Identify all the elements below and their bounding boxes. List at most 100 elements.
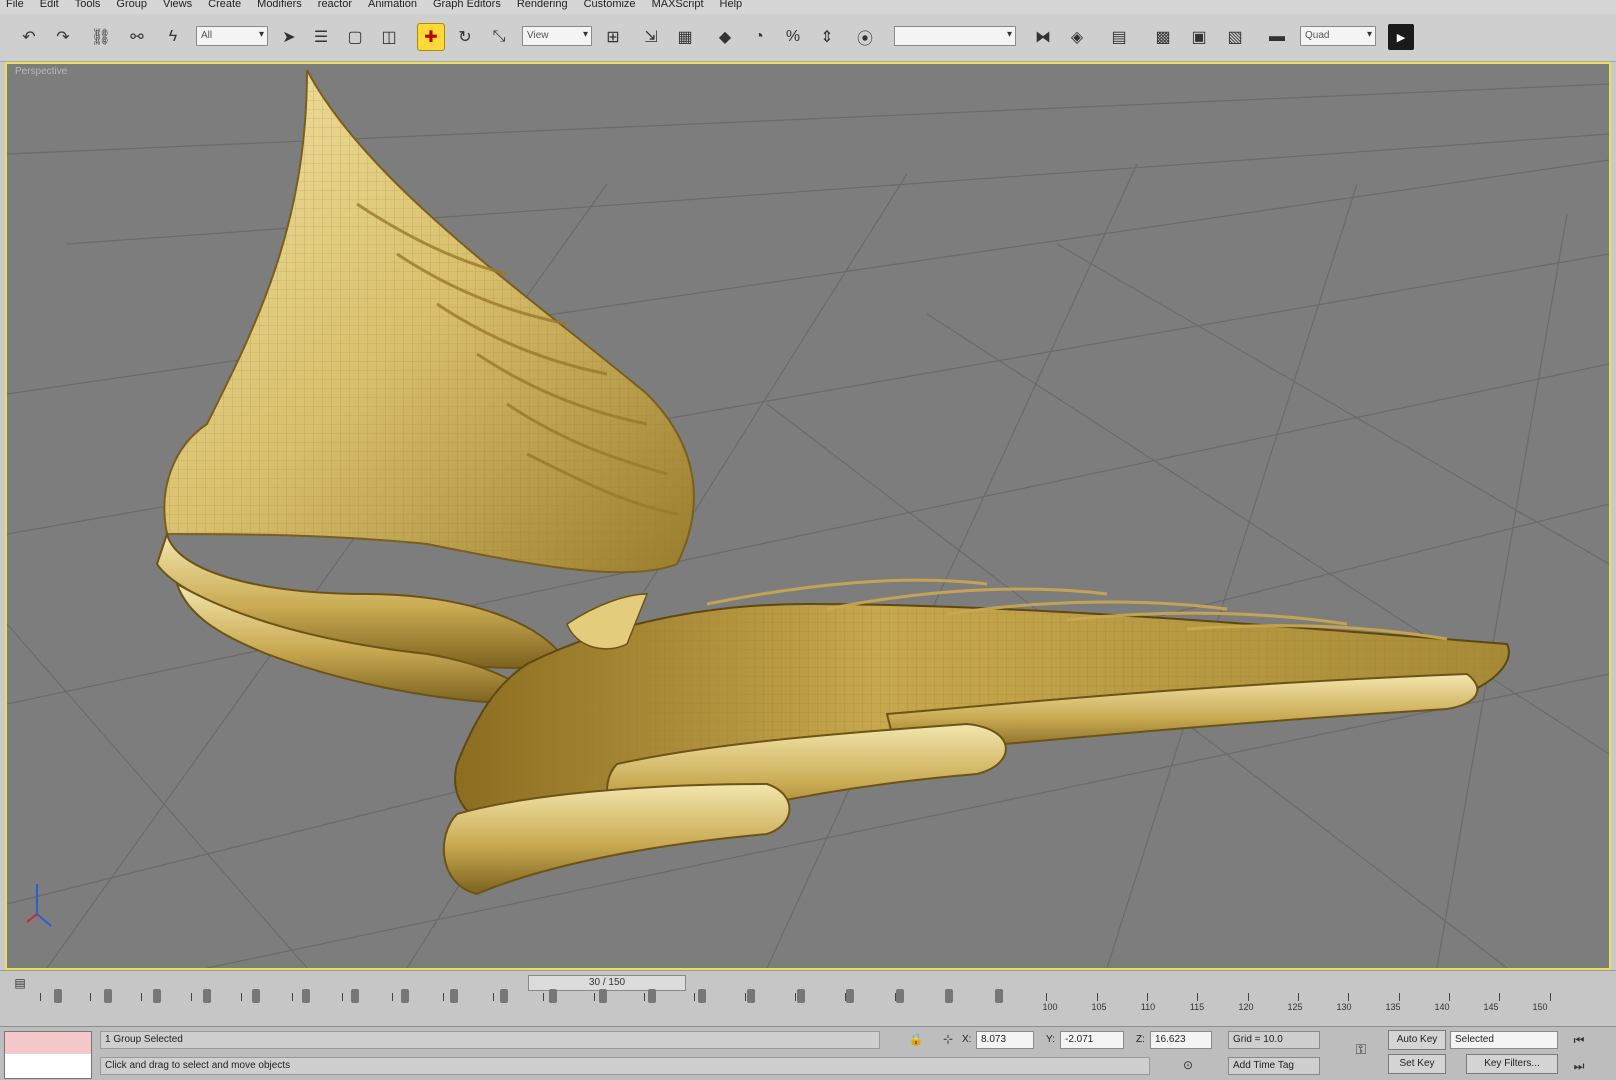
snaps-toggle-icon[interactable]: ◆	[712, 24, 738, 50]
key-marker[interactable]	[945, 989, 953, 1003]
key-marker[interactable]	[648, 989, 656, 1003]
menu-file[interactable]: File	[6, 0, 24, 10]
mirror-icon[interactable]: ⧓	[1030, 24, 1056, 50]
quick-render-icon[interactable]: ▶	[1388, 24, 1414, 50]
menu-tools[interactable]: Tools	[75, 0, 101, 10]
unlink-icon[interactable]: ⚯	[124, 24, 150, 50]
timeline-tick	[292, 993, 293, 1001]
time-tag-icon[interactable]: ⊙	[1178, 1055, 1198, 1075]
keyboard-shortcut-toggle-icon[interactable]: ▦	[672, 24, 698, 50]
main-toolbar: ↶ ↷ ⛓ ⚯ ϟ All ➤ ☰ ▢ ◫ ✚ ↻ ⤡ View ⊞ ⇲ ▦ ◆…	[0, 14, 1616, 62]
menu-customize[interactable]: Customize	[584, 0, 636, 10]
menu-help[interactable]: Help	[720, 0, 743, 10]
align-icon[interactable]: ◈	[1064, 24, 1090, 50]
key-marker[interactable]	[747, 989, 755, 1003]
timeline-tick	[1550, 993, 1551, 1001]
selection-filter-dropdown[interactable]: All	[196, 26, 268, 46]
select-by-name-icon[interactable]: ☰	[308, 24, 334, 50]
timeline-tick-label: 130	[1336, 1002, 1352, 1012]
key-mode-toggle-icon[interactable]: ⏭	[1568, 1055, 1590, 1077]
key-marker[interactable]	[500, 989, 508, 1003]
menu-create[interactable]: Create	[208, 0, 241, 10]
y-coord-label: Y:	[1046, 1034, 1055, 1045]
key-icon[interactable]: ⚿	[1346, 1037, 1376, 1061]
x-coord-field[interactable]: 8.073	[976, 1031, 1034, 1049]
link-icon[interactable]: ⛓	[88, 24, 114, 50]
select-and-rotate-icon[interactable]: ↻	[452, 24, 478, 50]
select-manipulate-icon[interactable]: ⇲	[638, 24, 664, 50]
timeline-tick	[342, 993, 343, 1001]
key-marker[interactable]	[846, 989, 854, 1003]
angle-snap-icon[interactable]: ◔	[746, 24, 772, 50]
timeline-tick	[1348, 993, 1349, 1001]
key-filters-button[interactable]: Key Filters...	[1466, 1054, 1558, 1074]
curve-editor-icon[interactable]: ▩	[1150, 24, 1176, 50]
maxscript-listener[interactable]	[4, 1031, 92, 1079]
key-marker[interactable]	[698, 989, 706, 1003]
key-marker[interactable]	[302, 989, 310, 1003]
go-to-start-icon[interactable]: ⏮	[1568, 1029, 1590, 1051]
set-key-button[interactable]: Set Key	[1388, 1054, 1446, 1074]
key-marker[interactable]	[450, 989, 458, 1003]
key-marker[interactable]	[401, 989, 409, 1003]
material-editor-icon[interactable]: ▧	[1222, 24, 1248, 50]
key-marker[interactable]	[797, 989, 805, 1003]
bird-model[interactable]	[155, 69, 1510, 896]
timeline-tick	[141, 993, 142, 1001]
select-and-scale-icon[interactable]: ⤡	[486, 24, 512, 50]
render-type-dropdown[interactable]: Quad	[1300, 26, 1376, 46]
key-marker[interactable]	[153, 989, 161, 1003]
rectangular-selection-icon[interactable]: ▢	[342, 24, 368, 50]
timeline-track[interactable]: 100 105 110 115 120 125 130 135 140 145 150	[40, 989, 1600, 1023]
key-marker[interactable]	[599, 989, 607, 1003]
key-marker[interactable]	[104, 989, 112, 1003]
menu-group[interactable]: Group	[116, 0, 147, 10]
key-marker[interactable]	[549, 989, 557, 1003]
key-marker[interactable]	[54, 989, 62, 1003]
named-selection-dropdown[interactable]	[894, 26, 1016, 46]
select-and-move-icon[interactable]: ✚	[417, 23, 445, 51]
key-marker[interactable]	[203, 989, 211, 1003]
menu-edit[interactable]: Edit	[40, 0, 59, 10]
auto-key-button[interactable]: Auto Key	[1388, 1030, 1446, 1050]
absolute-mode-icon[interactable]: ⊹	[938, 1029, 958, 1049]
reference-coordinate-dropdown[interactable]: View	[522, 26, 592, 46]
bind-space-warp-icon[interactable]: ϟ	[160, 24, 186, 50]
redo-icon[interactable]: ↷	[50, 24, 76, 50]
timeline-tick-label: 145	[1483, 1002, 1499, 1012]
menu-graph-editors[interactable]: Graph Editors	[433, 0, 501, 10]
key-marker[interactable]	[995, 989, 1003, 1003]
percent-snap-icon[interactable]: %	[780, 24, 806, 50]
menu-maxscript[interactable]: MAXScript	[652, 0, 704, 10]
lock-selection-icon[interactable]: 🔒	[906, 1029, 926, 1049]
scene-canvas[interactable]	[7, 64, 1609, 968]
timeline-tick	[594, 993, 595, 1001]
menu-animation[interactable]: Animation	[368, 0, 417, 10]
pivot-center-icon[interactable]: ⊞	[600, 24, 626, 50]
schematic-view-icon[interactable]: ▣	[1186, 24, 1212, 50]
key-mode-dropdown[interactable]: Selected	[1450, 1031, 1558, 1049]
y-coord-field[interactable]: -2.071	[1060, 1031, 1124, 1049]
key-marker[interactable]	[896, 989, 904, 1003]
perspective-viewport[interactable]: Perspective	[5, 62, 1611, 970]
menu-views[interactable]: Views	[163, 0, 192, 10]
status-bar: 1 Group Selected Click and drag to selec…	[0, 1026, 1616, 1080]
timeline-tick	[1147, 993, 1148, 1001]
selection-info: 1 Group Selected	[100, 1031, 880, 1049]
timeline: ▤ 30 / 150 100 105 110 115 120 125 130 135 140 14…	[0, 970, 1616, 1026]
spinner-snap-icon[interactable]: ⇕	[814, 24, 840, 50]
key-marker[interactable]	[351, 989, 359, 1003]
select-object-icon[interactable]: ➤	[276, 24, 302, 50]
menu-rendering[interactable]: Rendering	[517, 0, 568, 10]
menu-reactor[interactable]: reactor	[318, 0, 352, 10]
layer-manager-icon[interactable]: ▤	[1106, 24, 1132, 50]
z-coord-field[interactable]: 16.623	[1150, 1031, 1212, 1049]
add-time-tag[interactable]: Add Time Tag	[1228, 1057, 1320, 1075]
window-crossing-icon[interactable]: ◫	[376, 24, 402, 50]
menu-modifiers[interactable]: Modifiers	[257, 0, 302, 10]
render-scene-icon[interactable]: ▬	[1264, 24, 1290, 50]
undo-icon[interactable]: ↶	[16, 24, 42, 50]
key-marker[interactable]	[252, 989, 260, 1003]
edit-named-selections-icon[interactable]: ⦿	[852, 24, 878, 50]
timeline-toggle-icon[interactable]: ▤	[10, 973, 30, 993]
